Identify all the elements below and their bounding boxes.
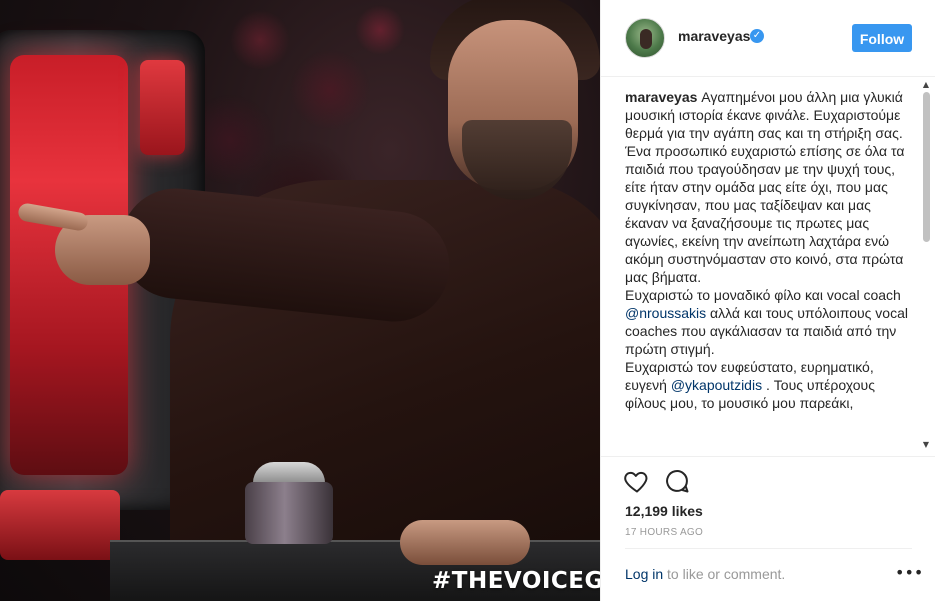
post-photo[interactable]: #THEVOICEGR — [0, 0, 600, 601]
photo-hashtag-watermark: #THEVOICEGR — [432, 568, 600, 594]
post-sidebar: maraveyas ✓ Follow maraveyas Αγαπημένοι … — [600, 0, 935, 601]
photo-man-hand-on-desk — [400, 520, 530, 565]
avatar[interactable] — [625, 18, 665, 58]
login-link[interactable]: Log in — [625, 566, 663, 582]
comment-icon[interactable] — [663, 467, 691, 495]
verified-badge-icon: ✓ — [750, 29, 764, 43]
header-username[interactable]: maraveyas — [678, 28, 750, 44]
like-count[interactable]: 12,199 likes — [625, 503, 703, 519]
caption-username[interactable]: maraveyas — [625, 89, 697, 105]
post-timestamp[interactable]: 17 HOURS AGO — [625, 527, 703, 538]
login-prompt: Log in to like or comment. — [625, 566, 785, 582]
caption-text: maraveyas Αγαπημένοι μου άλλη μια γλυκιά… — [625, 88, 915, 412]
post-header: maraveyas ✓ Follow — [601, 0, 935, 77]
login-prompt-text: to like or comment. — [663, 566, 786, 582]
photo-buzzer — [245, 462, 333, 547]
follow-button[interactable]: Follow — [852, 24, 912, 52]
scroll-up-arrow-icon[interactable]: ▲ — [922, 80, 930, 90]
post-footer: Log in to like or comment. ••• — [625, 548, 923, 601]
caption-scrollbar[interactable]: ▲ ▼ — [918, 76, 934, 456]
caption-scroll-area[interactable]: maraveyas Αγαπημένοι μου άλλη μια γλυκιά… — [625, 88, 915, 456]
caption-paragraph-1: Αγαπημένοι μου άλλη μια γλυκιά μουσική ι… — [625, 89, 905, 285]
caption-paragraph-2a: Ευχαριστώ το μοναδικό φίλο και vocal coa… — [625, 287, 901, 303]
more-options-icon[interactable]: ••• — [895, 563, 923, 583]
photo-chair-light-small — [140, 60, 185, 155]
photo-chair-seat — [0, 490, 120, 560]
scroll-down-arrow-icon[interactable]: ▼ — [922, 440, 930, 450]
mention-link[interactable]: @nroussakis — [625, 305, 706, 321]
post-actions: 12,199 likes 17 HOURS AGO — [601, 456, 935, 557]
buzzer-base — [245, 482, 333, 544]
mention-link[interactable]: @ykapoutzidis — [671, 377, 762, 393]
scrollbar-thumb[interactable] — [923, 92, 930, 242]
heart-icon[interactable] — [623, 467, 651, 495]
